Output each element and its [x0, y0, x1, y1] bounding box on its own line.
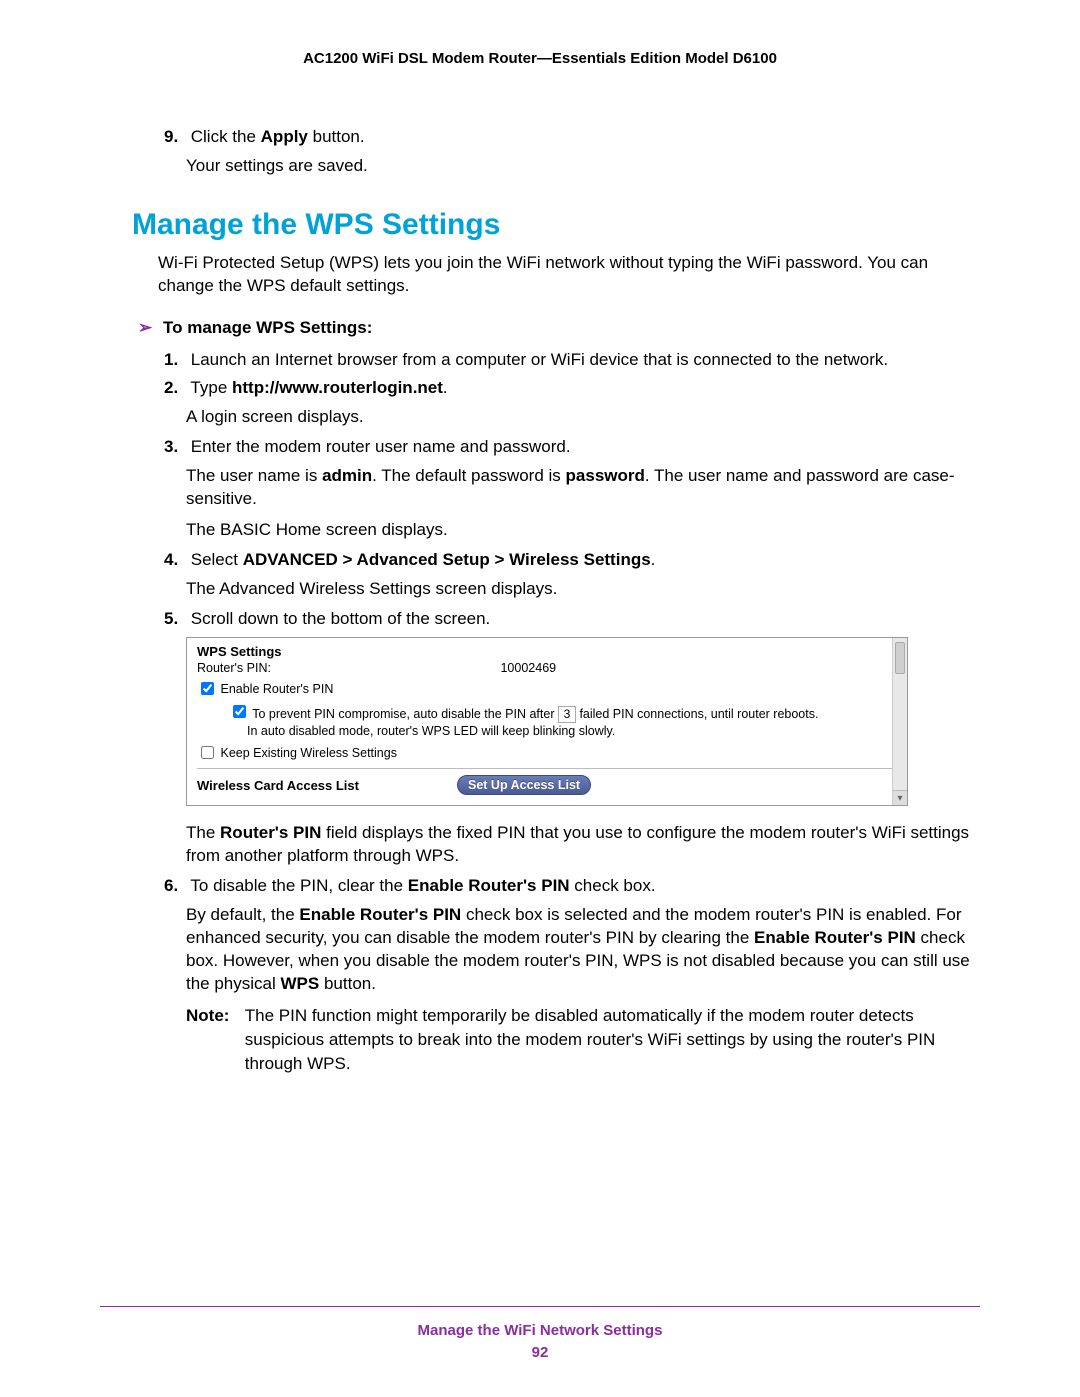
step-2-text: Type http://www.routerlogin.net. [190, 378, 447, 397]
step-9: 9. Click the Apply button. [164, 127, 980, 147]
note-block: Note: The PIN function might temporarily… [186, 1004, 980, 1075]
step-3-sub2: The BASIC Home screen displays. [186, 519, 980, 542]
step-9-sub: Your settings are saved. [186, 155, 980, 178]
step-2-sub: A login screen displays. [186, 406, 980, 429]
scrollbar-thumb[interactable] [895, 642, 905, 674]
step-4-text: Select ADVANCED > Advanced Setup > Wirel… [191, 550, 656, 569]
step-9-number: 9. [164, 127, 186, 147]
step-9-text: Click the Apply button. [191, 127, 365, 146]
footer-page-number: 92 [0, 1344, 1080, 1361]
step-6: 6. To disable the PIN, clear the Enable … [164, 876, 980, 896]
wps-settings-title: WPS Settings [197, 644, 897, 659]
procedure-heading-text: To manage WPS Settings: [163, 318, 372, 337]
note-text: The PIN function might temporarily be di… [245, 1004, 945, 1075]
step-1-text: Launch an Internet browser from a comput… [191, 350, 888, 369]
keep-existing-checkbox[interactable] [201, 746, 214, 759]
enable-router-pin-checkbox[interactable] [201, 682, 214, 695]
step-6-sub: By default, the Enable Router's PIN chec… [186, 904, 980, 996]
section-intro: Wi-Fi Protected Setup (WPS) lets you joi… [158, 252, 980, 298]
step-3-text: Enter the modem router user name and pas… [191, 437, 571, 456]
auto-disable-note: In auto disabled mode, router's WPS LED … [247, 723, 897, 739]
section-heading: Manage the WPS Settings [132, 208, 980, 242]
auto-disable-pin-row: To prevent PIN compromise, auto disable … [229, 702, 897, 740]
router-pin-row: Router's PIN: 10002469 [197, 661, 897, 675]
router-screenshot: WPS Settings Router's PIN: 10002469 Enab… [186, 637, 908, 807]
step-3: 3. Enter the modem router user name and … [164, 437, 980, 457]
router-pin-value: 10002469 [500, 661, 556, 675]
footer-rule [100, 1306, 980, 1307]
keep-existing-row: Keep Existing Wireless Settings [197, 743, 897, 762]
router-pin-label: Router's PIN: [197, 661, 497, 675]
note-label: Note: [186, 1004, 240, 1028]
step-1: 1. Launch an Internet browser from a com… [164, 350, 980, 370]
enable-router-pin-row: Enable Router's PIN [197, 679, 897, 698]
document-header: AC1200 WiFi DSL Modem Router—Essentials … [100, 50, 980, 67]
pin-fail-count-input[interactable]: 3 [558, 706, 576, 724]
wireless-acl-label: Wireless Card Access List [197, 778, 457, 793]
step-2: 2. Type http://www.routerlogin.net. [164, 378, 980, 398]
step-5: 5. Scroll down to the bottom of the scre… [164, 609, 980, 629]
step-5-text: Scroll down to the bottom of the screen. [191, 609, 491, 628]
enable-router-pin-label: Enable Router's PIN [220, 682, 333, 696]
scroll-down-icon[interactable]: ▾ [893, 790, 907, 805]
step-3-sub1: The user name is admin. The default pass… [186, 465, 980, 511]
chevron-right-icon: ➢ [138, 318, 152, 337]
procedure-heading: ➢ To manage WPS Settings: [138, 318, 980, 338]
step-5-sub: The Router's PIN field displays the fixe… [186, 822, 980, 868]
keep-existing-label: Keep Existing Wireless Settings [220, 746, 396, 760]
footer-section-title: Manage the WiFi Network Settings [0, 1322, 1080, 1339]
step-4: 4. Select ADVANCED > Advanced Setup > Wi… [164, 550, 980, 570]
scrollbar[interactable]: ▾ [892, 638, 907, 806]
setup-access-list-button[interactable]: Set Up Access List [457, 775, 591, 795]
step-6-text: To disable the PIN, clear the Enable Rou… [190, 876, 655, 895]
step-4-sub: The Advanced Wireless Settings screen di… [186, 578, 980, 601]
auto-disable-pin-checkbox[interactable] [233, 705, 246, 718]
